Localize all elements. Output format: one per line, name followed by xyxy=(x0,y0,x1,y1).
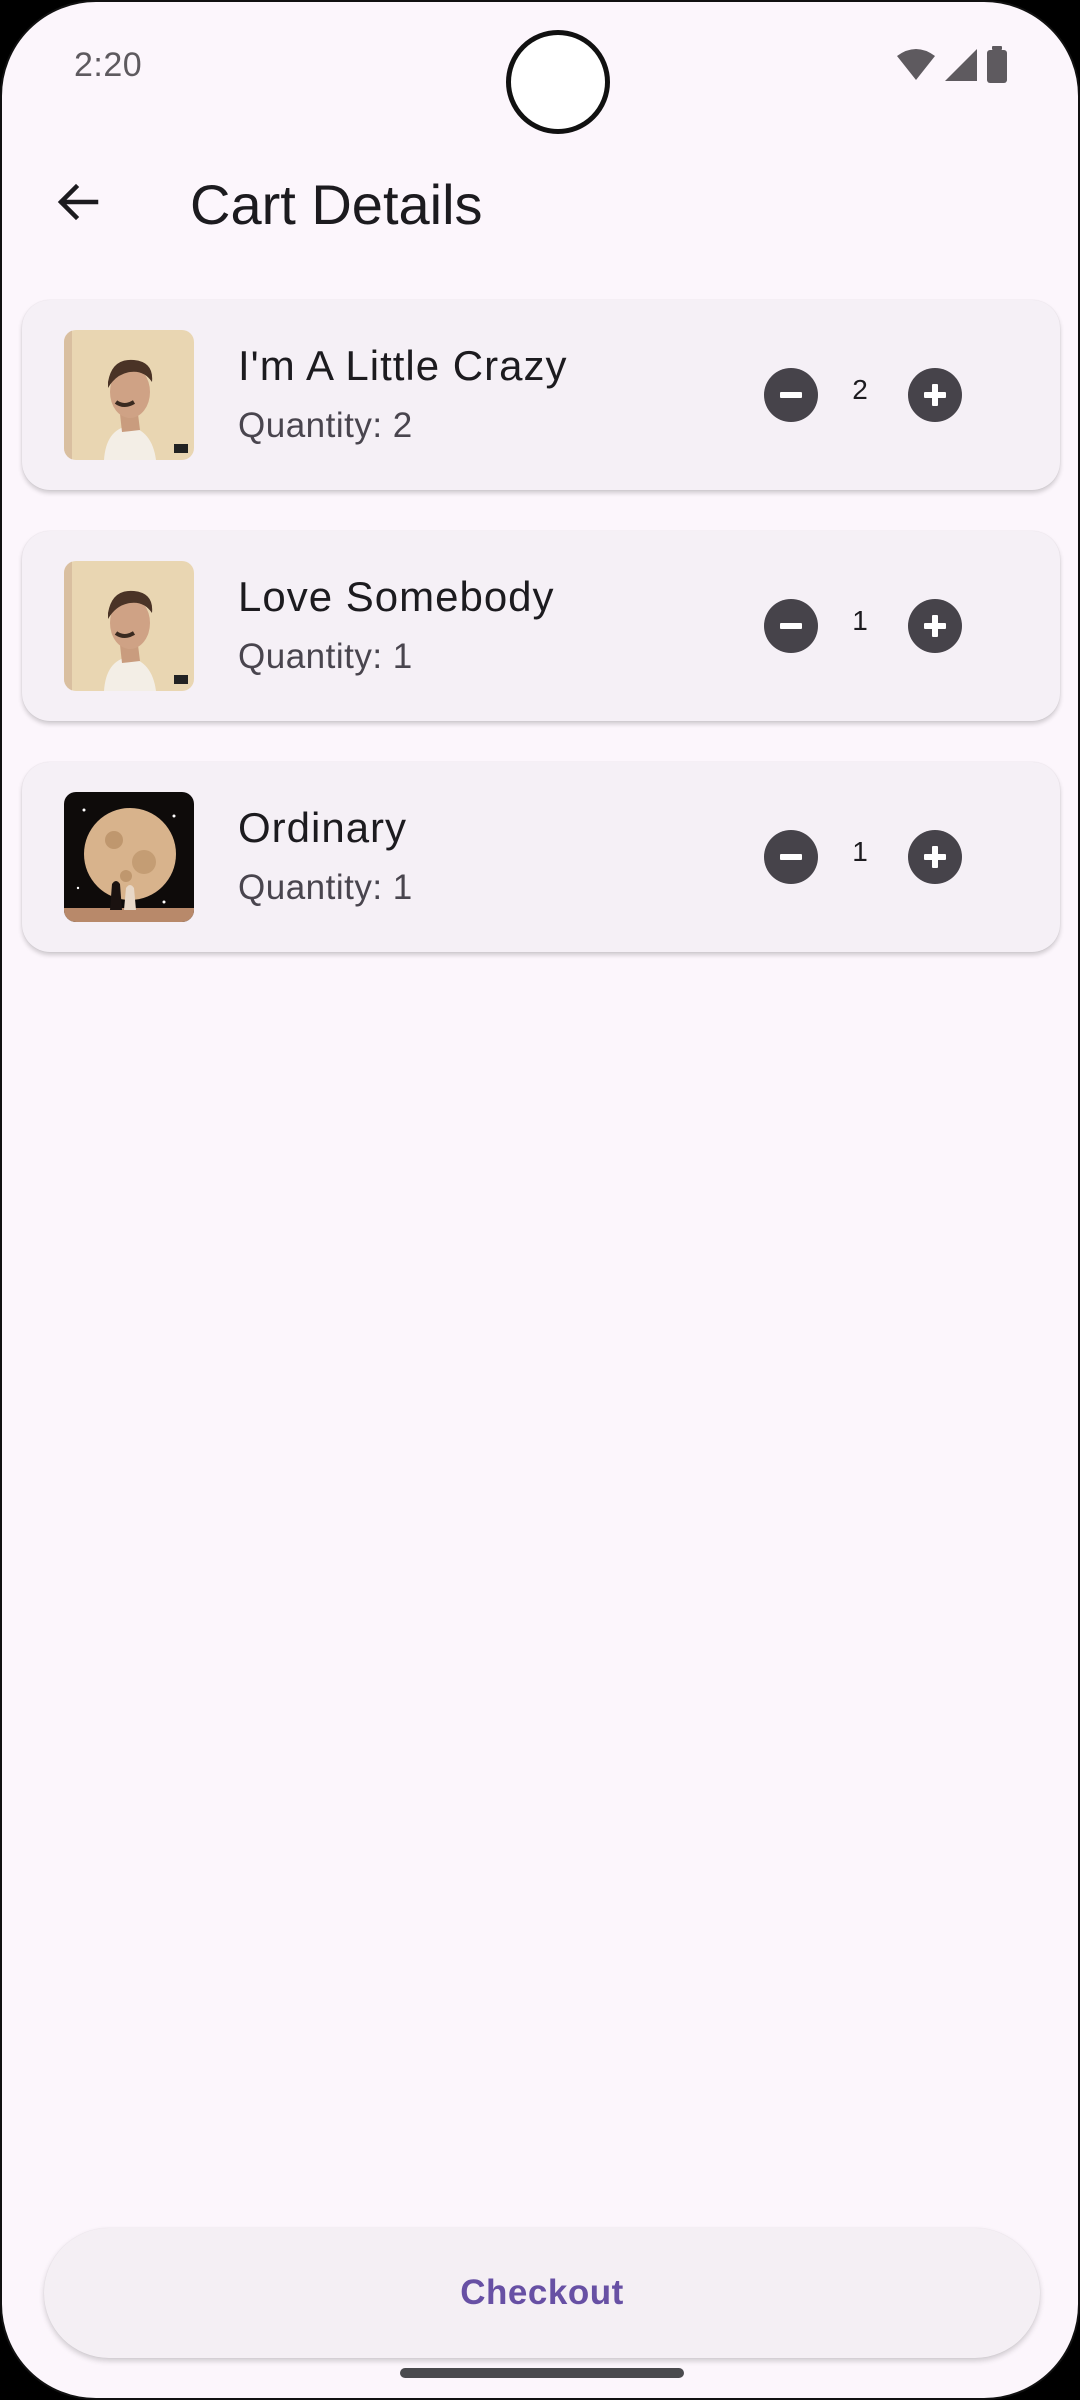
cart-item-card: I'm A Little Crazy Quantity: 2 2 xyxy=(22,300,1060,490)
quantity-value: 1 xyxy=(852,605,868,636)
cart-item-card: Love Somebody Quantity: 1 1 xyxy=(22,531,1060,721)
increase-quantity-button[interactable] xyxy=(908,599,962,653)
item-quantity-label: Quantity: 2 xyxy=(238,406,413,445)
item-title: I'm A Little Crazy xyxy=(238,342,568,389)
phone-screen: 2:20 Cart Details I'm A Little Crazy Qua… xyxy=(0,0,1080,2400)
quantity-value: 1 xyxy=(852,836,868,867)
home-indicator[interactable] xyxy=(400,2368,684,2378)
item-quantity-label: Quantity: 1 xyxy=(238,637,413,676)
arrow-back-icon xyxy=(57,183,99,221)
status-time: 2:20 xyxy=(74,46,143,84)
cellular-signal-icon xyxy=(945,49,977,81)
minus-icon xyxy=(780,854,802,860)
battery-icon xyxy=(987,46,1007,83)
decrease-quantity-button[interactable] xyxy=(764,830,818,884)
album-art-thumbnail xyxy=(64,330,194,460)
front-camera xyxy=(506,30,610,134)
plus-icon xyxy=(924,384,946,406)
minus-icon xyxy=(780,392,802,398)
wifi-icon xyxy=(897,49,935,80)
album-art-thumbnail xyxy=(64,792,194,922)
status-icons xyxy=(896,46,1008,84)
item-title: Ordinary xyxy=(238,804,408,851)
decrease-quantity-button[interactable] xyxy=(764,368,818,422)
quantity-value: 2 xyxy=(852,374,868,405)
minus-icon xyxy=(780,623,802,629)
decrease-quantity-button[interactable] xyxy=(764,599,818,653)
page-title: Cart Details xyxy=(190,173,483,236)
album-art-thumbnail xyxy=(64,561,194,691)
plus-icon xyxy=(924,615,946,637)
back-button[interactable] xyxy=(42,166,114,238)
increase-quantity-button[interactable] xyxy=(908,368,962,422)
item-quantity-label: Quantity: 1 xyxy=(238,868,413,907)
plus-icon xyxy=(924,846,946,868)
increase-quantity-button[interactable] xyxy=(908,830,962,884)
checkout-button[interactable]: Checkout xyxy=(44,2228,1040,2358)
item-title: Love Somebody xyxy=(238,573,555,620)
cart-item-card: Ordinary Quantity: 1 1 xyxy=(22,762,1060,952)
